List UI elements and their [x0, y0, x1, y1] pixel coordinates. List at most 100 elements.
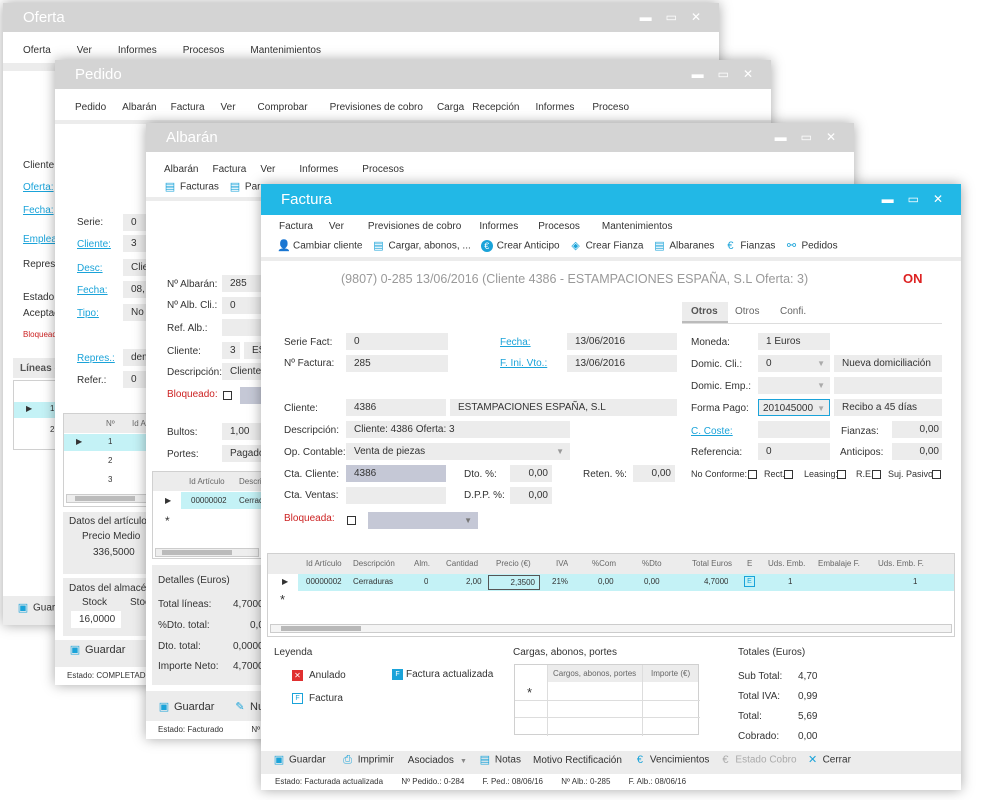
menu-item[interactable]: Informes	[299, 164, 338, 175]
facturas-button[interactable]: ▤ Facturas	[164, 181, 219, 193]
maximize-icon[interactable]: ▭	[666, 3, 677, 32]
menu-item[interactable]: Previsiones de cobro	[368, 221, 461, 232]
menu-item[interactable]: Informes	[535, 102, 574, 113]
horizontal-scrollbar[interactable]	[66, 494, 152, 503]
ref-alb-field[interactable]	[222, 319, 262, 336]
close-icon[interactable]: ✕	[933, 184, 943, 215]
menu-item[interactable]: Ver	[260, 164, 275, 175]
maximize-icon[interactable]: ▭	[801, 123, 812, 152]
serie-fact-field[interactable]: 0	[346, 333, 448, 350]
domic-cli-select[interactable]: 0 ▼	[758, 355, 830, 372]
menu-item[interactable]: Procesos	[538, 221, 580, 232]
cliente-code-field[interactable]: 4386	[346, 399, 446, 416]
re-checkbox[interactable]	[872, 470, 881, 479]
guardar-button[interactable]: ▣ Guardar	[273, 754, 326, 766]
referencia-field[interactable]: 0	[758, 443, 830, 460]
menu-item[interactable]: Ver	[221, 102, 236, 113]
menu-item[interactable]: Pedido	[75, 102, 106, 113]
menu-item[interactable]: Factura	[279, 221, 313, 232]
maximize-icon[interactable]: ▭	[908, 184, 919, 215]
dpp-pct-field[interactable]: 0,00	[510, 487, 552, 504]
horizontal-scrollbar[interactable]	[270, 624, 952, 633]
cliente-link[interactable]: Cliente:	[77, 239, 111, 250]
cliente-name-field[interactable]: ES	[244, 342, 262, 359]
cell-precio[interactable]: 2,3500	[488, 575, 540, 590]
menu-item[interactable]: Factura	[171, 102, 205, 113]
suj-pasivo-checkbox[interactable]	[932, 470, 941, 479]
menu-item[interactable]: Procesos	[183, 45, 225, 56]
albaranes-button[interactable]: ▤ Albaranes	[653, 240, 714, 252]
reten-field[interactable]: 0,00	[633, 465, 675, 482]
imprimir-button[interactable]: ⎙ Imprimir	[342, 754, 394, 766]
menu-item[interactable]: Carga	[437, 102, 464, 113]
fecha-field[interactable]: 13/06/2016	[567, 333, 677, 350]
fianzas-button[interactable]: € Fianzas	[724, 240, 775, 252]
nueva-domiciliacion-button[interactable]: Nueva domiciliación	[834, 355, 942, 372]
cerrar-button[interactable]: ✕ Cerrar	[807, 754, 851, 766]
bloqueada-select[interactable]: ▼	[368, 512, 478, 529]
nuevo-button[interactable]: ✎ Nu	[234, 701, 264, 713]
menu-item[interactable]: Proceso	[592, 102, 629, 113]
notas-button[interactable]: ▤ Notas	[479, 754, 521, 766]
desc-link[interactable]: Desc:	[77, 263, 103, 274]
bloqueado-checkbox[interactable]	[223, 391, 232, 400]
descripcion-field[interactable]: Cliente:	[222, 363, 262, 380]
cliente-name-field[interactable]: ESTAMPACIONES ESPAÑA, S.L	[450, 399, 677, 416]
pedidos-button[interactable]: ⚯ Pedidos	[785, 240, 838, 252]
menu-item[interactable]: Procesos	[362, 164, 404, 175]
tab-confi[interactable]: Confi.	[780, 306, 806, 317]
horizontal-scrollbar[interactable]	[155, 548, 259, 557]
close-icon[interactable]: ✕	[691, 3, 701, 32]
f-ini-vto-link[interactable]: F. Ini. Vto.:	[500, 358, 547, 369]
no-factura-field[interactable]: 285	[346, 355, 448, 372]
bultos-field[interactable]: 1,00	[222, 423, 262, 440]
menu-item[interactable]: Mantenimientos	[250, 45, 321, 56]
minimize-icon[interactable]: ▬	[882, 184, 894, 215]
empleado-link[interactable]: Emplea	[23, 234, 57, 245]
tab-otros-active[interactable]: Otros	[682, 302, 728, 323]
portes-field[interactable]: Pagados	[222, 445, 262, 462]
minimize-icon[interactable]: ▬	[640, 3, 652, 32]
rect-checkbox[interactable]	[784, 470, 793, 479]
forma-pago-select[interactable]: 201045000 ▼	[758, 399, 830, 416]
menu-item[interactable]: Albarán	[122, 102, 156, 113]
menu-item[interactable]: Oferta	[23, 45, 51, 56]
menu-item[interactable]: Ver	[77, 45, 92, 56]
close-icon[interactable]: ✕	[743, 60, 753, 89]
menu-item[interactable]: Ver	[329, 221, 344, 232]
estado-cobro-button[interactable]: € Estado Cobro	[719, 754, 796, 766]
fecha-link[interactable]: Fecha:	[77, 285, 108, 296]
asociados-dropdown[interactable]: Asociados ▼	[408, 755, 467, 766]
menu-item[interactable]: Mantenimientos	[602, 221, 673, 232]
menu-item[interactable]: Recepción	[472, 102, 519, 113]
no-albaran-field[interactable]: 285	[222, 275, 262, 292]
vencimientos-button[interactable]: € Vencimientos	[634, 754, 710, 766]
bloqueado-select[interactable]	[240, 387, 262, 404]
bloqueada-checkbox[interactable]	[347, 516, 356, 525]
crear-anticipo-button[interactable]: € Crear Anticipo	[480, 240, 560, 252]
cliente-field[interactable]: 3	[222, 342, 240, 359]
tab-otros[interactable]: Otros	[735, 306, 759, 317]
no-alb-cli-field[interactable]: 0	[222, 297, 262, 314]
menu-item[interactable]: Albarán	[164, 164, 198, 175]
cargar-abonos-button[interactable]: ▤ Cargar, abonos, ...	[372, 240, 470, 252]
guardar-button[interactable]: ▣ Guardar	[158, 701, 215, 713]
f-ini-vto-field[interactable]: 13/06/2016	[567, 355, 677, 372]
fecha-link[interactable]: Fecha:	[500, 337, 531, 348]
moneda-field[interactable]: 1 Euros	[758, 333, 830, 350]
par-button[interactable]: ▤ Par	[229, 181, 261, 193]
oferta-link[interactable]: Oferta:	[23, 182, 54, 193]
guardar-button[interactable]: ▣ Guar	[17, 602, 55, 614]
c-coste-link[interactable]: C. Coste:	[691, 426, 733, 437]
c-coste-field[interactable]	[758, 421, 830, 438]
menu-item[interactable]: Comprobar	[258, 102, 308, 113]
leasing-checkbox[interactable]	[837, 470, 846, 479]
minimize-icon[interactable]: ▬	[692, 60, 704, 89]
dto-pct-field[interactable]: 0,00	[510, 465, 552, 482]
repres-link[interactable]: Repres.:	[77, 353, 115, 364]
cta-cliente-field[interactable]: 4386	[346, 465, 446, 482]
cta-ventas-field[interactable]	[346, 487, 446, 504]
domic-emp-select[interactable]: ▼	[758, 377, 830, 394]
motivo-rectificacion-button[interactable]: Motivo Rectificación	[533, 755, 622, 766]
guardar-button[interactable]: ▣ Guardar	[69, 644, 126, 656]
